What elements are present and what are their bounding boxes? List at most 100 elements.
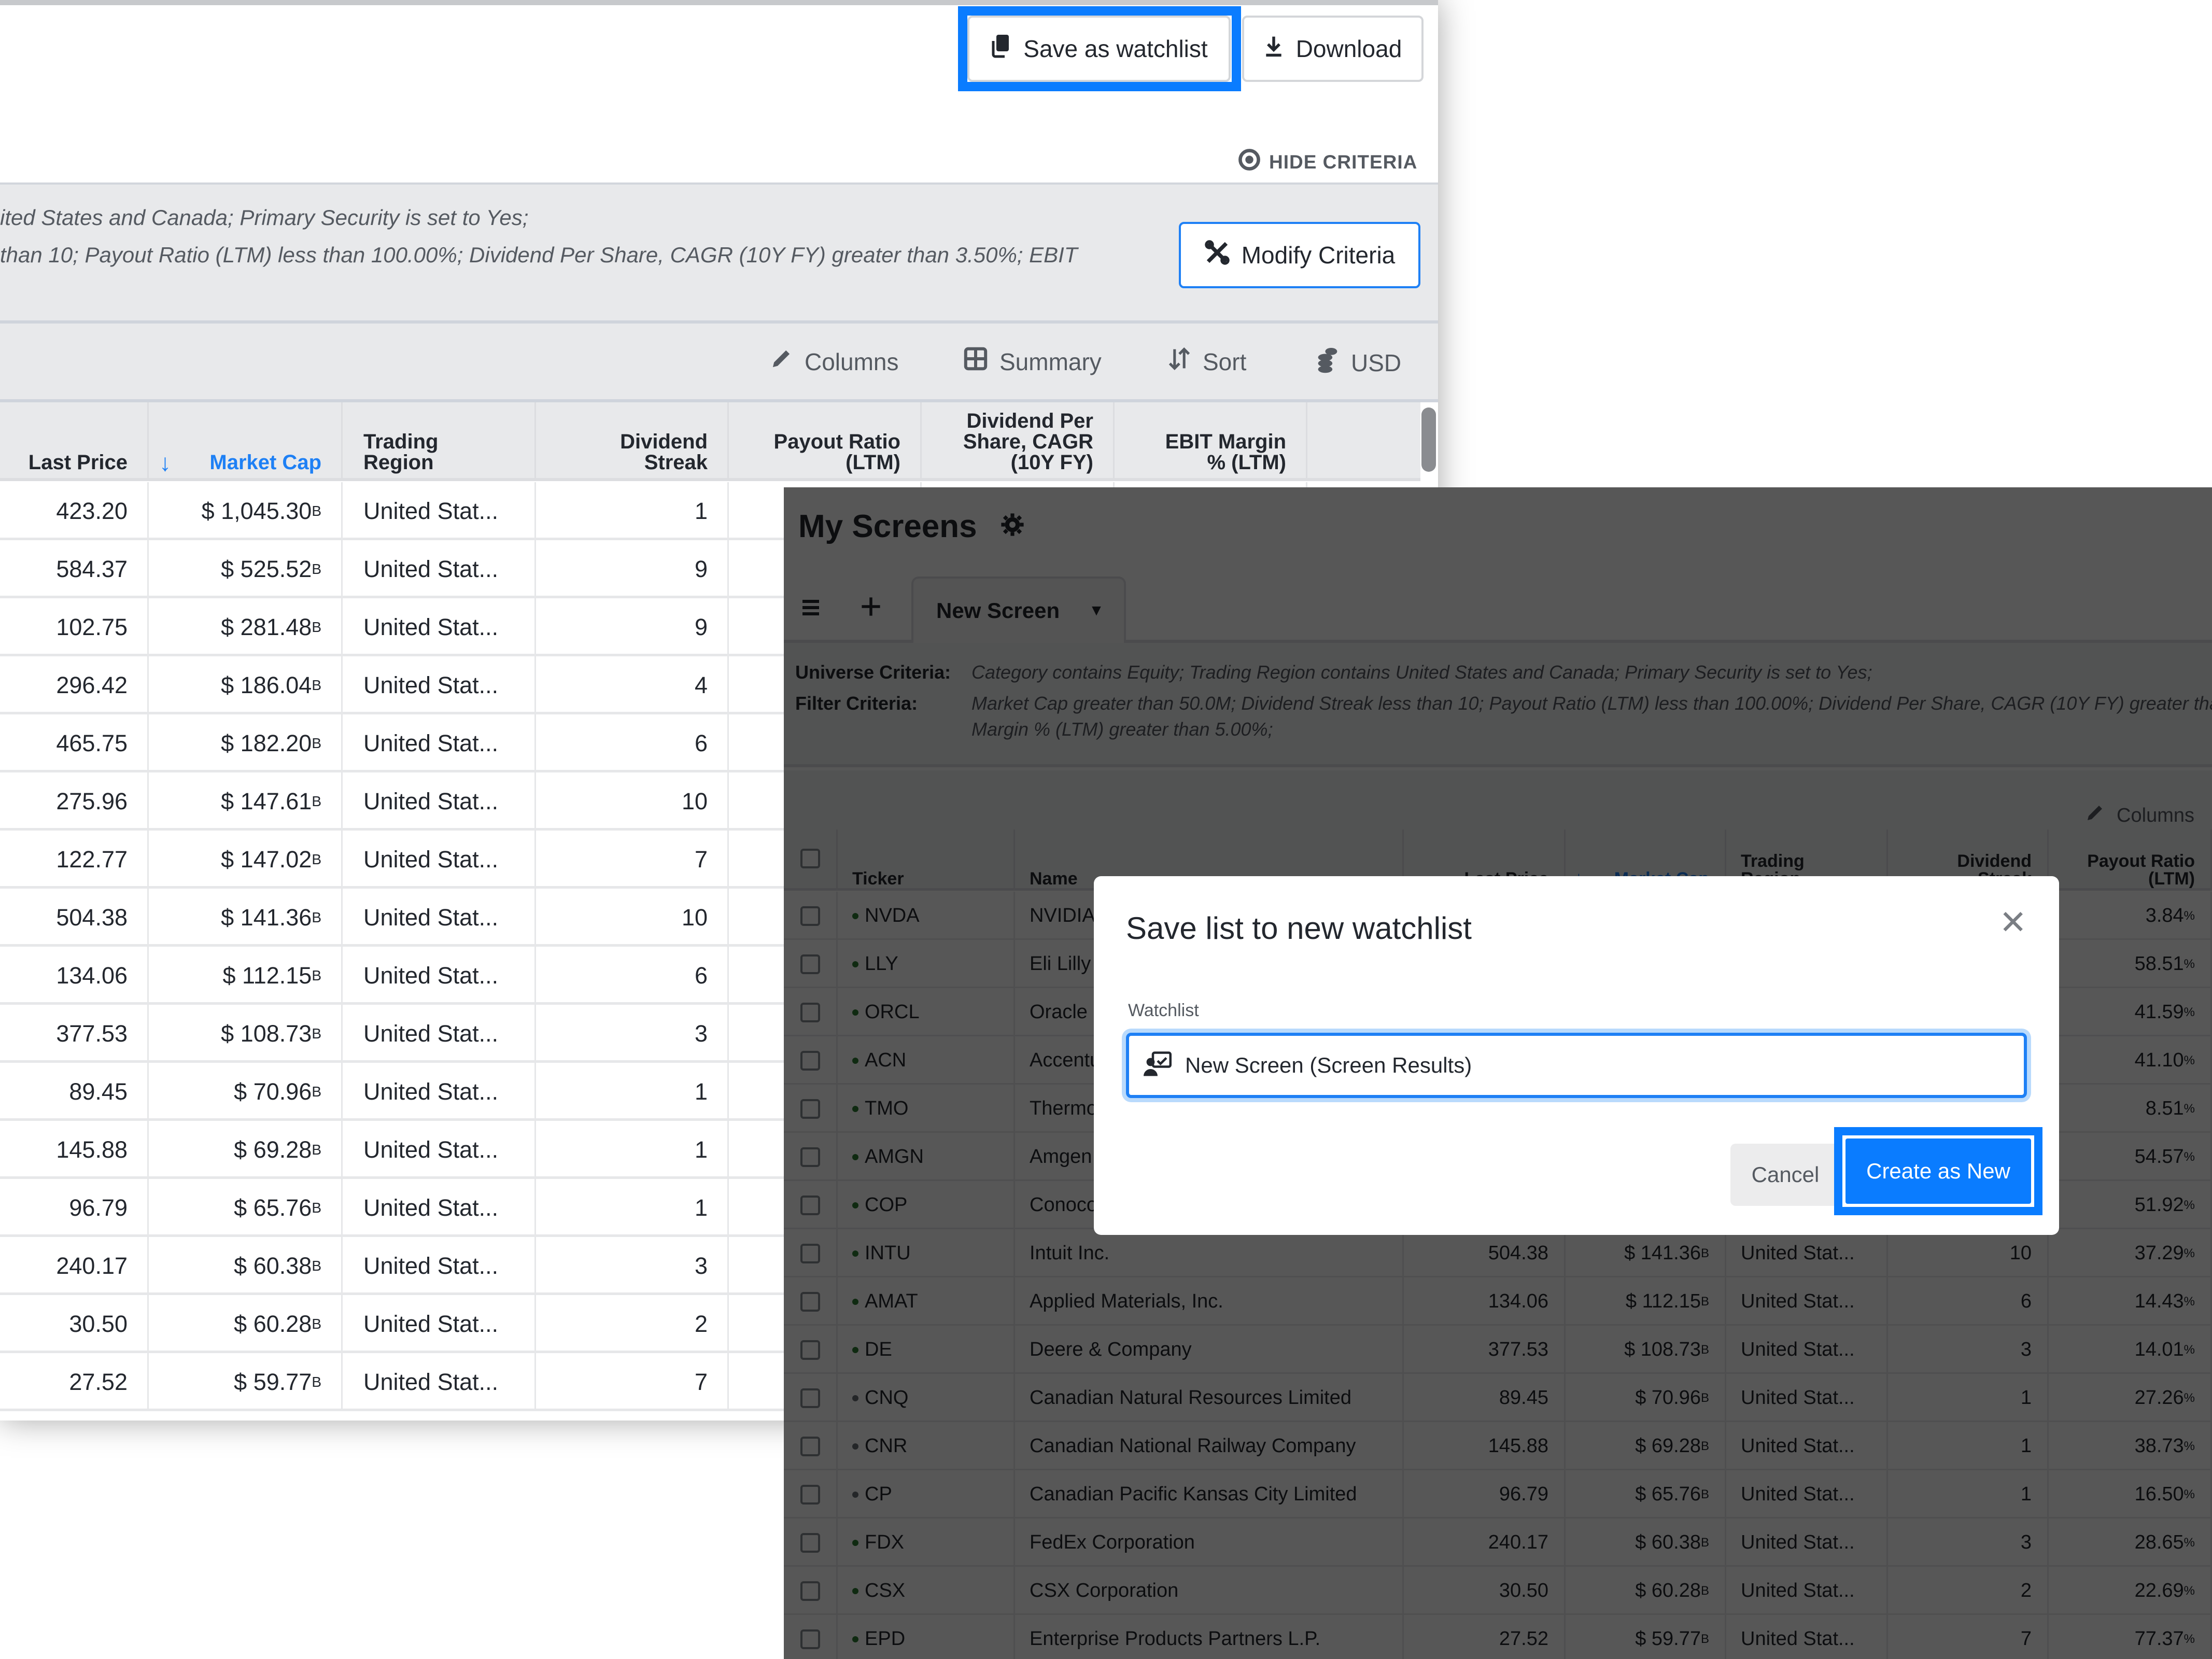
trading-region-cell: United Stat...: [343, 1237, 536, 1295]
last-price-cell: 465.75: [0, 714, 149, 772]
sort-label: Sort: [1203, 348, 1247, 375]
last-price-cell: 275.96: [0, 772, 149, 831]
trading-region-cell: United Stat...: [343, 1295, 536, 1353]
results-table-header: Last Price ↓ Market Cap Trading Region Di…: [0, 402, 1420, 481]
last-price-cell: 30.50: [0, 1295, 149, 1353]
last-price-cell: 96.79: [0, 1179, 149, 1237]
dividend-streak-cell: 1: [536, 1121, 729, 1179]
market-cap-cell: $ 112.15B: [149, 947, 343, 1005]
last-price-cell: 240.17: [0, 1237, 149, 1295]
column-header-trading-region[interactable]: TradingRegion: [343, 402, 536, 481]
column-header-dps-cagr[interactable]: Dividend Per Share, CAGR (10Y FY): [922, 402, 1115, 481]
save-as-watchlist-button[interactable]: Save as watchlist: [967, 16, 1231, 82]
last-price-cell: 102.75: [0, 598, 149, 656]
dividend-streak-cell: 1: [536, 1179, 729, 1237]
market-cap-cell: $ 525.52 B: [149, 540, 343, 598]
last-price-cell: 145.88: [0, 1121, 149, 1179]
modify-criteria-button[interactable]: Modify Criteria: [1179, 222, 1420, 288]
dividend-streak-cell: 6: [536, 714, 729, 772]
last-price-cell: 134.06: [0, 947, 149, 1005]
cancel-button[interactable]: Cancel: [1730, 1144, 1840, 1206]
market-cap-cell: $ 70.96B: [149, 1063, 343, 1121]
dividend-streak-cell: 1: [536, 1063, 729, 1121]
dividend-streak-cell: 6: [536, 947, 729, 1005]
trading-region-cell: United Stat...: [343, 772, 536, 831]
last-price-cell: 89.45: [0, 1063, 149, 1121]
last-price-cell: 584.37: [0, 540, 149, 598]
dividend-streak-cell: 2: [536, 1295, 729, 1353]
hide-criteria-label: HIDE CRITERIA: [1269, 151, 1418, 173]
market-cap-cell: $ 186.04 B: [149, 656, 343, 714]
trading-region-cell: United Stat...: [343, 598, 536, 656]
universe-criteria-text: ited States and Canada; Primary Security…: [0, 205, 529, 230]
columns-label: Columns: [805, 348, 899, 375]
market-cap-cell: $ 141.36B: [149, 889, 343, 947]
last-price-cell: 504.38: [0, 889, 149, 947]
dividend-streak-cell: 1: [536, 482, 729, 540]
market-cap-cell: $ 59.77B: [149, 1353, 343, 1411]
window-top-edge: [0, 0, 1438, 5]
column-header-dividend-streak[interactable]: DividendStreak: [536, 402, 729, 481]
close-icon[interactable]: ✕: [1999, 903, 2027, 942]
trading-region-cell: United Stat...: [343, 482, 536, 540]
dividend-streak-cell: 7: [536, 831, 729, 889]
market-cap-cell: $ 147.02 B: [149, 831, 343, 889]
market-cap-cell: $ 281.48 B: [149, 598, 343, 656]
trading-region-cell: United Stat...: [343, 1121, 536, 1179]
trading-region-cell: United Stat...: [343, 1063, 536, 1121]
trading-region-cell: United Stat...: [343, 889, 536, 947]
dividend-streak-cell: 9: [536, 598, 729, 656]
last-price-cell: 27.52: [0, 1353, 149, 1411]
market-cap-cell: $ 1,045.30 B: [149, 482, 343, 540]
trading-region-cell: United Stat...: [343, 540, 536, 598]
last-price-cell: 296.42: [0, 656, 149, 714]
copy-icon: [990, 34, 1011, 64]
sort-arrows-icon: [1167, 346, 1191, 377]
eye-icon: [1238, 148, 1261, 176]
columns-button[interactable]: Columns: [769, 346, 899, 377]
sort-button[interactable]: Sort: [1167, 346, 1246, 377]
coins-icon: [1316, 346, 1340, 379]
market-cap-cell: $ 147.61 B: [149, 772, 343, 831]
dividend-streak-cell: 4: [536, 656, 729, 714]
download-button[interactable]: Download: [1242, 16, 1424, 82]
filter-criteria-text: than 10; Payout Ratio (LTM) less than 10…: [0, 243, 1078, 267]
table-scrollbar[interactable]: [1421, 407, 1436, 472]
trading-region-cell: United Stat...: [343, 947, 536, 1005]
market-cap-cell: $ 108.73B: [149, 1005, 343, 1063]
column-header-last-price[interactable]: Last Price: [0, 402, 149, 481]
last-price-cell: 122.77: [0, 831, 149, 889]
column-header-ebit-margin[interactable]: EBIT Margin% (LTM): [1115, 402, 1307, 481]
results-toolbar: Columns Summary Sort USD: [0, 324, 1438, 402]
screen-results-icon: [1144, 1051, 1172, 1080]
hide-criteria-toggle[interactable]: HIDE CRITERIA: [1238, 148, 1417, 176]
trading-region-cell: United Stat...: [343, 1179, 536, 1237]
column-header-market-cap[interactable]: ↓ Market Cap: [149, 402, 343, 481]
pencil-icon: [769, 346, 793, 377]
download-icon: [1264, 35, 1284, 63]
grid-icon: [963, 346, 988, 377]
create-as-new-button[interactable]: Create as New: [1842, 1135, 2034, 1207]
dividend-streak-cell: 7: [536, 1353, 729, 1411]
dividend-streak-cell: 3: [536, 1005, 729, 1063]
market-cap-cell: $ 182.20 B: [149, 714, 343, 772]
criteria-panel: ited States and Canada; Primary Security…: [0, 182, 1438, 324]
trading-region-cell: United Stat...: [343, 831, 536, 889]
trading-region-cell: United Stat...: [343, 656, 536, 714]
summary-button[interactable]: Summary: [963, 346, 1102, 377]
column-header-payout-ratio[interactable]: Payout Ratio(LTM): [729, 402, 922, 481]
save-watchlist-dialog: Save list to new watchlist ✕ Watchlist C…: [1094, 876, 2059, 1235]
market-cap-cell: $ 65.76B: [149, 1179, 343, 1237]
watchlist-name-input[interactable]: [1185, 1053, 1994, 1078]
currency-button[interactable]: USD: [1316, 346, 1401, 379]
download-label: Download: [1295, 35, 1402, 62]
last-price-cell: 377.53: [0, 1005, 149, 1063]
sort-desc-icon: ↓: [159, 449, 171, 476]
trading-region-cell: United Stat...: [343, 714, 536, 772]
tools-icon: [1204, 240, 1230, 271]
dividend-streak-cell: 10: [536, 889, 729, 947]
market-cap-cell: $ 60.38B: [149, 1237, 343, 1295]
currency-label: USD: [1351, 349, 1402, 376]
watchlist-field[interactable]: [1126, 1033, 2027, 1098]
dividend-streak-cell: 3: [536, 1237, 729, 1295]
